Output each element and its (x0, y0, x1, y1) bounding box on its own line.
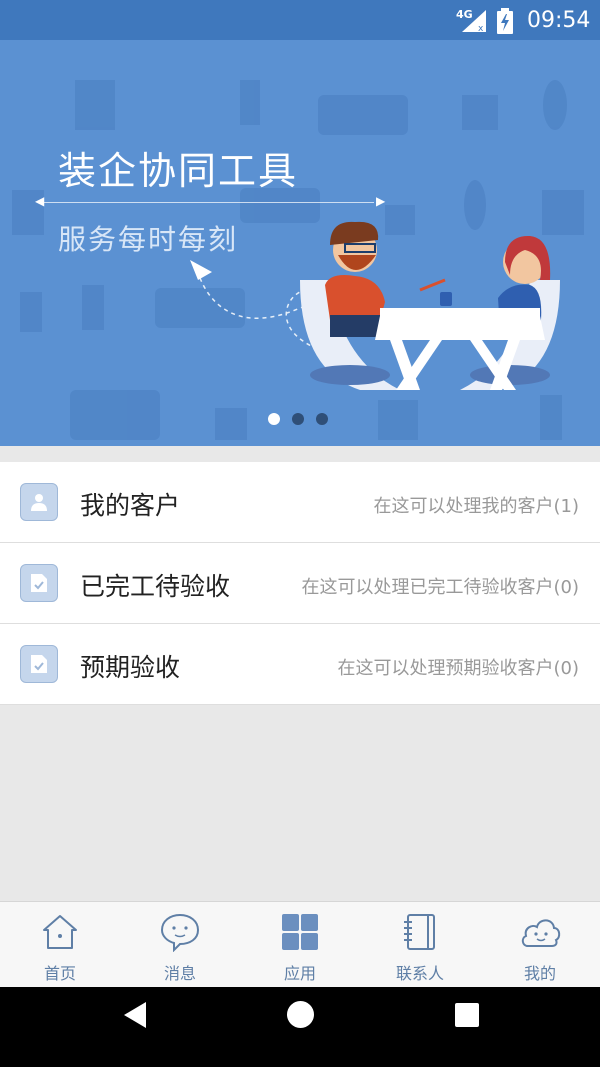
grid-apps-icon (282, 914, 318, 950)
carousel-dot[interactable] (292, 413, 304, 425)
battery-charging-icon (497, 8, 513, 34)
tab-label: 应用 (283, 964, 316, 983)
svg-text:x: x (478, 24, 484, 32)
back-icon[interactable] (122, 1000, 148, 1030)
bottom-tab-bar: 首页 消息 应用 联系人 我的 (0, 901, 600, 988)
list-item-title: 我的客户 (80, 491, 181, 520)
feature-list: 我的客户 在这可以处理我的客户(1) 已完工待验收 在这可以处理已完工待验收客户… (0, 462, 600, 705)
banner-divider (44, 202, 374, 203)
home-icon (43, 915, 77, 949)
tab-label: 我的 (523, 964, 556, 983)
banner-subtitle: 服务每时每刻 (58, 223, 239, 256)
list-item-pending-acceptance[interactable]: 已完工待验收 在这可以处理已完工待验收客户(0) (0, 543, 600, 624)
tab-home[interactable]: 首页 (0, 902, 120, 988)
list-item-description: 在这可以处理我的客户(1) (373, 496, 580, 517)
carousel-dot[interactable] (316, 413, 328, 425)
contacts-book-icon (404, 914, 435, 950)
clock: 09:54 (527, 8, 591, 33)
home-button[interactable] (287, 1001, 314, 1028)
tab-label: 消息 (163, 964, 196, 983)
user-icon (20, 483, 58, 521)
list-item-my-customers[interactable]: 我的客户 在这可以处理我的客户(1) (0, 462, 600, 543)
chevron-right-icon: ▶ (376, 194, 386, 208)
banner-title: 装企协同工具 (58, 149, 299, 193)
tab-contacts[interactable]: 联系人 (360, 902, 480, 988)
list-item-title: 已完工待验收 (80, 572, 231, 601)
document-check-icon (20, 564, 58, 602)
message-bubble-icon (160, 913, 200, 952)
carousel-dot[interactable] (268, 413, 280, 425)
list-item-description: 在这可以处理已完工待验收客户(0) (301, 577, 580, 598)
banner-carousel[interactable]: 装企协同工具 ◀ ▶ 服务每时每刻 (0, 40, 600, 446)
recent-apps-button[interactable] (455, 1003, 479, 1027)
system-navigation-bar (0, 987, 600, 1067)
cloud-face-icon (521, 919, 561, 947)
tab-profile[interactable]: 我的 (480, 902, 600, 988)
tab-apps[interactable]: 应用 (240, 902, 360, 988)
list-item-title: 预期验收 (80, 653, 181, 682)
chevron-left-icon: ◀ (35, 194, 45, 208)
tab-label: 首页 (43, 964, 76, 983)
tab-label: 联系人 (395, 964, 444, 983)
list-item-expected-acceptance[interactable]: 预期验收 在这可以处理预期验收客户(0) (0, 624, 600, 705)
list-item-description: 在这可以处理预期验收客户(0) (337, 658, 580, 679)
document-check-icon (20, 645, 58, 683)
signal-icon: x (462, 10, 486, 32)
status-bar: 4G x 09:54 (0, 0, 600, 40)
tab-messages[interactable]: 消息 (120, 902, 240, 988)
carousel-indicator (268, 413, 328, 425)
